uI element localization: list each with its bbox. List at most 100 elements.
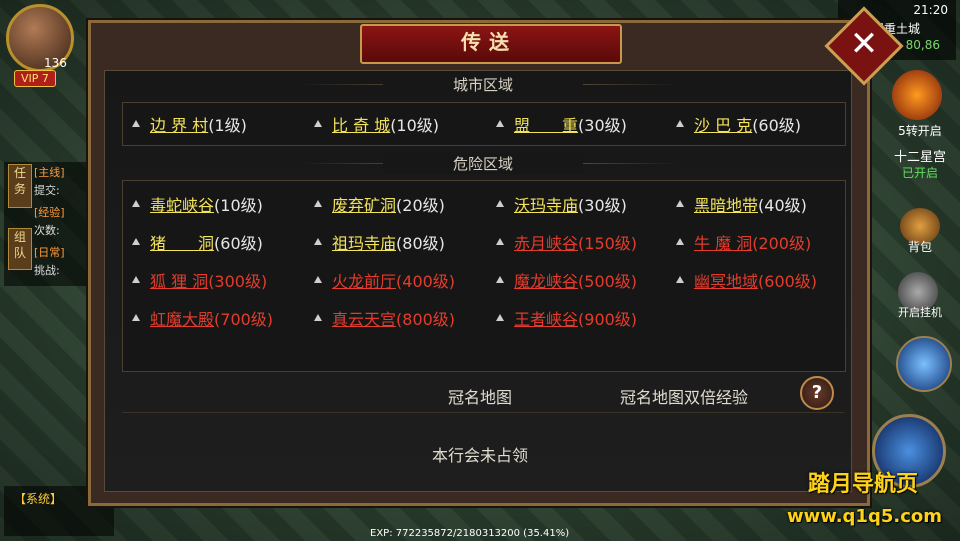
- guild-status: 本行会未占领: [432, 446, 529, 465]
- crown-map-label: 冠名地图: [448, 388, 513, 407]
- vip-badge[interactable]: VIP 7: [14, 70, 56, 87]
- constellation-label[interactable]: 十二星宫: [886, 146, 954, 165]
- teleport-location[interactable]: 狐 狸 洞(300级): [132, 268, 267, 292]
- quest-submit: 提交:: [34, 184, 60, 197]
- arrow-up-icon: [496, 238, 504, 245]
- arrow-up-icon: [132, 200, 140, 207]
- location-name[interactable]: 边 界 村: [150, 116, 208, 135]
- arrow-up-icon: [314, 120, 322, 127]
- location-level: (10级): [390, 116, 440, 135]
- location-level: (40级): [758, 196, 807, 215]
- teleport-location[interactable]: 王者峡谷(900级): [496, 306, 637, 330]
- arrow-up-icon: [676, 276, 684, 283]
- location-name[interactable]: 祖玛寺庙: [332, 234, 396, 253]
- quest-daily[interactable]: [日常]: [34, 244, 65, 260]
- arrow-up-icon: [314, 276, 322, 283]
- watermark-title: 踏月导航页: [807, 472, 918, 497]
- watermark-url: www.q1q5.com: [786, 506, 942, 527]
- location-level: (800级): [396, 310, 456, 329]
- location-name[interactable]: 王者峡谷: [514, 310, 578, 329]
- location-level: (600级): [758, 272, 818, 291]
- teleport-location[interactable]: 幽冥地域(600级): [676, 268, 817, 292]
- close-icon[interactable]: ✕: [836, 18, 892, 74]
- location-level: (300级): [208, 272, 268, 291]
- arrow-up-icon: [314, 200, 322, 207]
- teleport-location[interactable]: 虹魔大殿(700级): [132, 306, 273, 330]
- quest-count: 次数:: [34, 224, 60, 237]
- location-name[interactable]: 赤月峡谷: [514, 234, 578, 253]
- location-name[interactable]: 真云天宫: [332, 310, 396, 329]
- location-level: (60级): [214, 234, 263, 253]
- arrow-up-icon: [496, 314, 504, 321]
- teleport-location[interactable]: 赤月峡谷(150级): [496, 230, 637, 254]
- clock: 21:20: [913, 3, 948, 17]
- location-level: (30级): [578, 196, 627, 215]
- arrow-up-icon: [132, 276, 140, 283]
- location-level: (500级): [578, 272, 638, 291]
- teleport-location[interactable]: 沃玛寺庙(30级): [496, 192, 627, 216]
- quest-challenge: 挑战:: [34, 264, 60, 277]
- arrow-up-icon: [496, 120, 504, 127]
- teleport-location[interactable]: 真云天宫(800级): [314, 306, 455, 330]
- map-coords: 80,86: [905, 38, 940, 52]
- arrow-up-icon: [132, 120, 140, 127]
- location-name[interactable]: 沃玛寺庙: [514, 196, 578, 215]
- teleport-location[interactable]: 沙 巴 克(60级): [676, 112, 801, 136]
- location-level: (200级): [752, 234, 812, 253]
- location-level: (80级): [396, 234, 445, 253]
- location-name[interactable]: 毒蛇峡谷: [150, 196, 214, 215]
- arrow-up-icon: [496, 200, 504, 207]
- location-name[interactable]: 幽冥地域: [694, 272, 758, 291]
- location-level: (900级): [578, 310, 638, 329]
- quest-exp[interactable]: [经验]: [34, 204, 65, 220]
- skill-orb[interactable]: [896, 336, 952, 392]
- transfer-icon[interactable]: [892, 70, 942, 120]
- location-level: (1级): [208, 116, 247, 135]
- location-name[interactable]: 火龙前厅: [332, 272, 396, 291]
- location-level: (10级): [214, 196, 263, 215]
- team-tab[interactable]: 组队: [8, 228, 32, 270]
- location-name[interactable]: 盟 重: [514, 116, 578, 135]
- player-level: 136: [44, 56, 67, 70]
- chat-system-label: 【系统】: [14, 492, 63, 506]
- help-button[interactable]: ?: [800, 376, 834, 410]
- dialog-title: 传送: [461, 30, 517, 54]
- location-name[interactable]: 废弃矿洞: [332, 196, 396, 215]
- teleport-location[interactable]: 毒蛇峡谷(10级): [132, 192, 263, 216]
- teleport-location[interactable]: 盟 重(30级): [496, 112, 627, 136]
- crown-map-exp-label: 冠名地图双倍经验: [620, 388, 749, 407]
- arrow-up-icon: [676, 120, 684, 127]
- transfer-hint: 5转开启: [898, 124, 942, 138]
- location-name[interactable]: 牛 魔 洞: [694, 234, 752, 253]
- teleport-location[interactable]: 火龙前厅(400级): [314, 268, 455, 292]
- teleport-location[interactable]: 比 奇 城(10级): [314, 112, 439, 136]
- constellation-status: 已开启: [901, 166, 938, 180]
- arrow-up-icon: [676, 200, 684, 207]
- teleport-location[interactable]: 牛 魔 洞(200级): [676, 230, 811, 254]
- bag-label[interactable]: 背包: [886, 238, 954, 255]
- location-level: (150级): [578, 234, 638, 253]
- city-section-title: 城市区域: [383, 74, 583, 95]
- teleport-location[interactable]: 黑暗地带(40级): [676, 192, 807, 216]
- location-level: (30级): [578, 116, 627, 135]
- location-name[interactable]: 狐 狸 洞: [150, 272, 208, 291]
- teleport-location[interactable]: 猪 洞(60级): [132, 230, 263, 254]
- location-name[interactable]: 虹魔大殿: [150, 310, 214, 329]
- teleport-location[interactable]: 魔龙峡谷(500级): [496, 268, 637, 292]
- quest-main[interactable]: [主线]: [34, 164, 65, 180]
- location-name[interactable]: 魔龙峡谷: [514, 272, 578, 291]
- teleport-location[interactable]: 边 界 村(1级): [132, 112, 247, 136]
- teleport-location[interactable]: 废弃矿洞(20级): [314, 192, 445, 216]
- location-name[interactable]: 比 奇 城: [332, 116, 390, 135]
- arrow-up-icon: [676, 238, 684, 245]
- teleport-location[interactable]: 祖玛寺庙(80级): [314, 230, 445, 254]
- divider: [122, 412, 844, 413]
- location-level: (400级): [396, 272, 456, 291]
- location-level: (700级): [214, 310, 274, 329]
- location-name[interactable]: 猪 洞: [150, 234, 214, 253]
- quest-panel: 任务 组队 [主线] 提交: [经验] 次数: [日常] 挑战:: [4, 162, 90, 286]
- auto-battle-label[interactable]: 开启挂机: [886, 304, 954, 320]
- location-name[interactable]: 黑暗地带: [694, 196, 758, 215]
- quest-tab[interactable]: 任务: [8, 164, 32, 208]
- location-name[interactable]: 沙 巴 克: [694, 116, 752, 135]
